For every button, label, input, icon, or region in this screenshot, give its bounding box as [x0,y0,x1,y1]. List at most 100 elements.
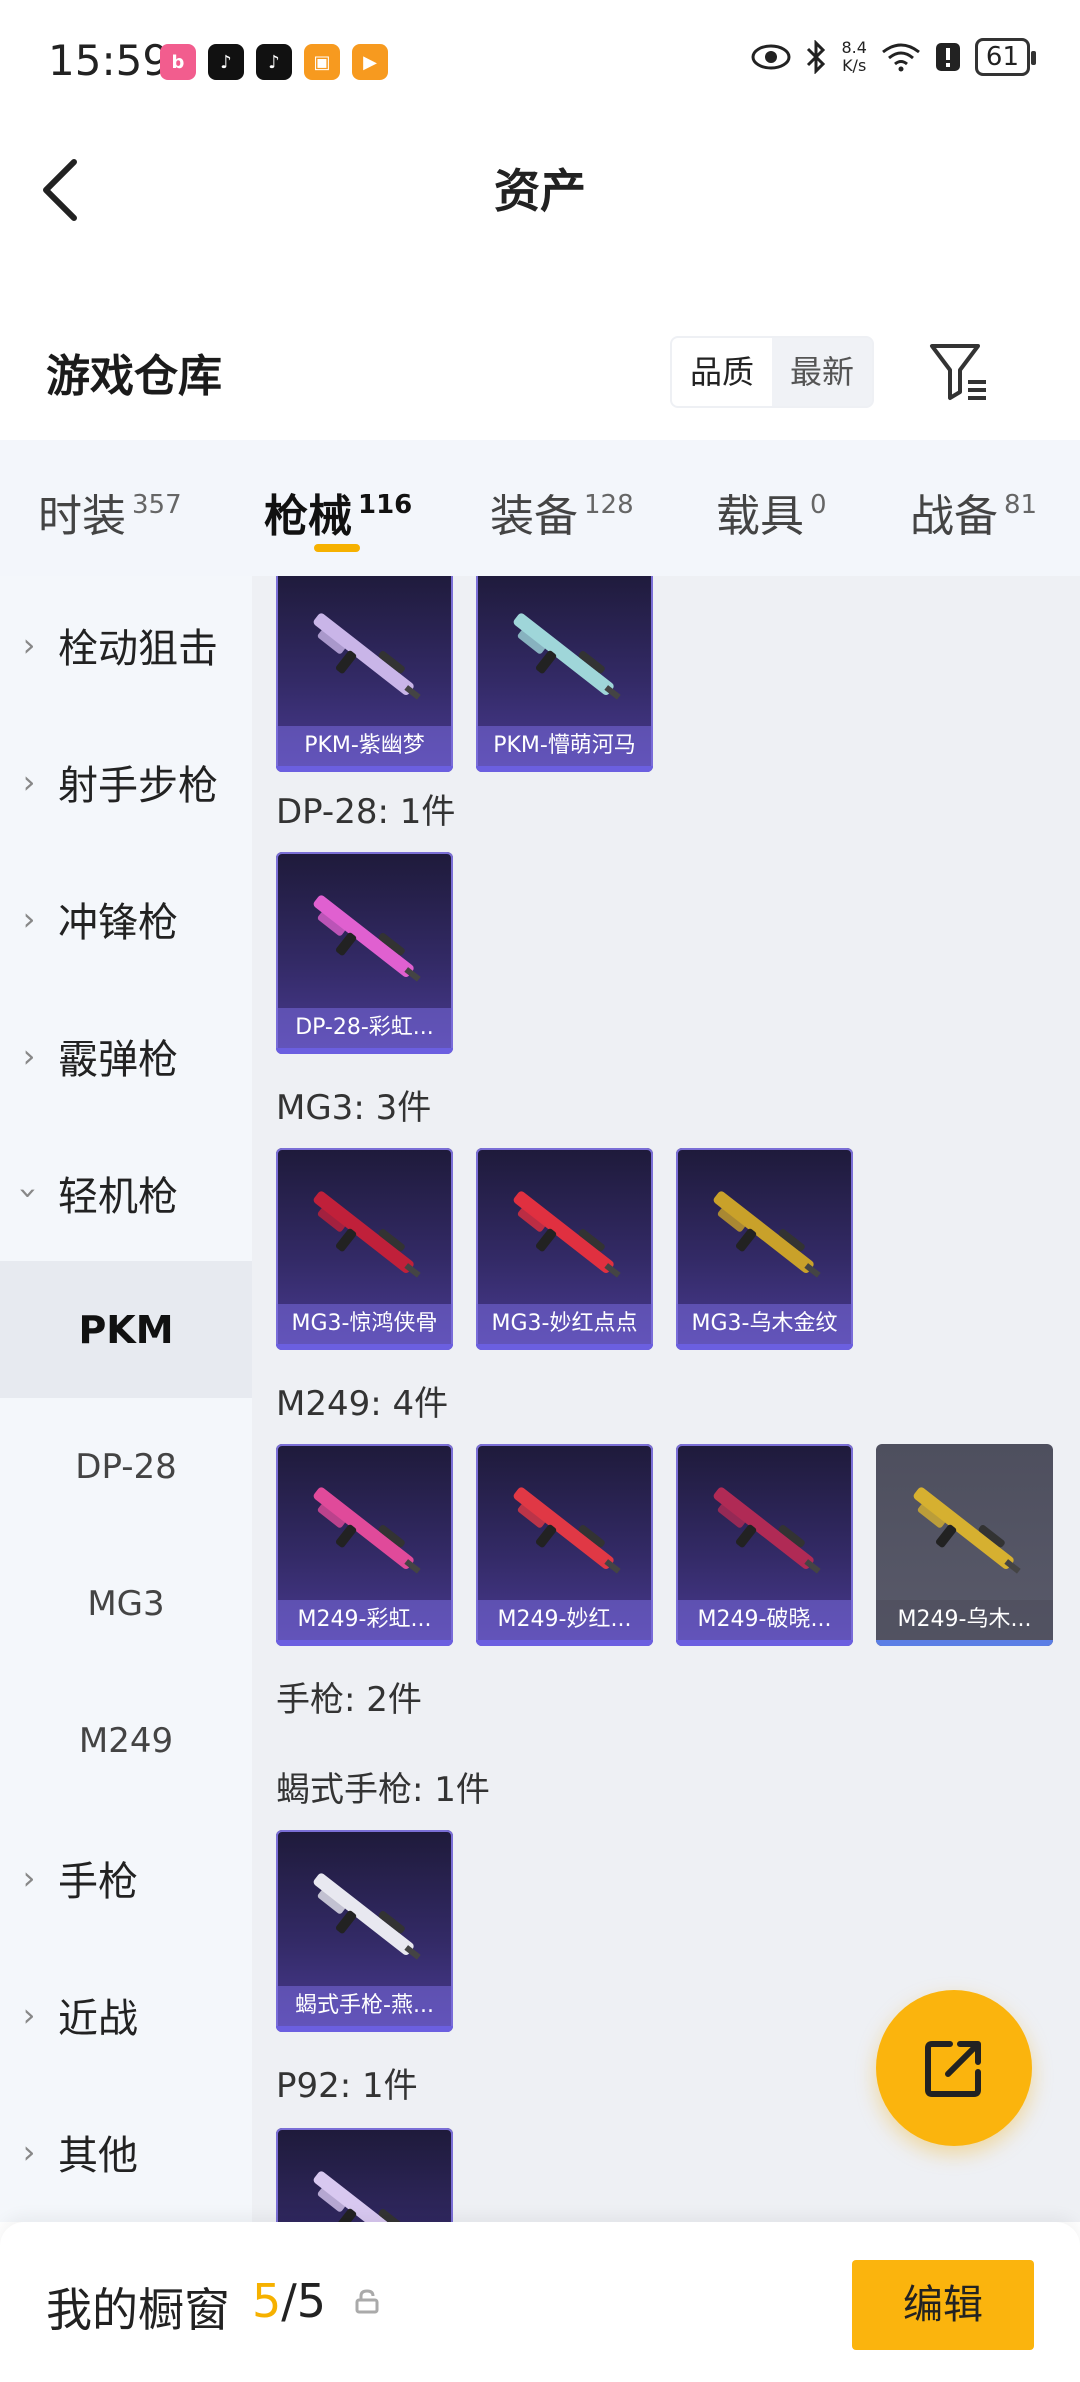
sidebar-subitem-pkm[interactable]: PKM [0,1261,252,1398]
tab-label: 时装 [38,491,126,542]
weapon-sidebar: › 栓动狙击 › 射手步枪 › 冲锋枪 › 霰弹枪 › 轻机枪 PKM DP-28 MG3… [0,576,252,2222]
tab-label: 载具 [716,491,804,542]
weapon-icon [913,1487,1021,1574]
sidebar-item-shotgun[interactable]: › 霰弹枪 [0,987,252,1124]
sidebar-item-other[interactable]: › 其他 [0,2083,252,2220]
sidebar-item-label: 手枪 [58,1858,138,1905]
sidebar-subitem-m249[interactable]: M249 [0,1672,252,1809]
item-name: MG3-惊鸿侠骨 [276,1304,453,1350]
item-name: M249-破晓... [676,1600,853,1646]
chevron-right-icon: › [22,625,36,664]
weapon-icon [513,1487,621,1574]
chevron-right-icon: › [22,1858,36,1897]
item-card[interactable]: DP-28-彩虹... [276,852,453,1054]
play-icon: ▶ [352,44,388,80]
weapon-icon [313,895,421,982]
sidebar-item-melee[interactable]: › 近战 [0,1946,252,2083]
item-card[interactable]: M249-破晓... [676,1444,853,1646]
showcase-bar: 我的橱窗 5/5 编辑 [0,2222,1080,2382]
tab-vehicles[interactable]: 载具 0 [716,480,827,544]
sidebar-item-label: 栓动狙击 [58,625,218,672]
showcase-count-total: 5 [296,2274,327,2328]
bilibili-icon: b [160,44,196,80]
sort-toggle: 品质 最新 [670,336,875,408]
group-label-dp28: DP-28: 1件 [276,792,456,832]
showcase-count: 5/5 [252,2274,326,2328]
chevron-right-icon: › [22,2132,36,2171]
net-speed-unit: K/s [842,56,867,75]
wifi-icon [881,43,920,72]
weapon-icon [313,613,421,700]
external-link-icon [925,2041,981,2097]
weapon-icon [713,1191,821,1278]
sidebar-item-smg[interactable]: › 冲锋枪 [0,850,252,987]
tab-equipment[interactable]: 装备 128 [490,480,634,544]
tab-label: 战备 [910,491,998,542]
weapon-icon [313,1487,421,1574]
showcase-count-current: 5 [252,2274,282,2328]
page-title: 资产 [494,164,586,218]
group-label-pistol: 手枪: 2件 [276,1680,422,1720]
status-bar: 15:59 b ♪ ♪ ▣ ▶ 8.4 K/s 61 [0,0,1080,120]
chevron-right-icon: › [22,1036,36,1075]
sidebar-subitem-mg3[interactable]: MG3 [0,1535,252,1672]
item-card[interactable]: MG3-惊鸿侠骨 [276,1148,453,1350]
status-time: 15:59 [48,36,170,85]
tab-count: 357 [132,490,182,520]
edit-button[interactable]: 编辑 [852,2260,1034,2350]
item-name: M249-彩虹... [276,1600,453,1646]
active-tab-indicator [314,544,360,552]
group-label-scorpion: 蝎式手枪: 1件 [276,1770,490,1810]
item-card[interactable]: 蝎式手枪-燕... [276,1830,453,2032]
tab-label: 装备 [490,491,578,542]
item-card[interactable]: M249-乌木... [876,1444,1053,1646]
net-speed-value: 8.4 [841,38,867,57]
lock-icon [355,2289,379,2314]
tab-count: 0 [810,490,827,520]
weapon-icon [513,1191,621,1278]
sidebar-item-marksman-rifle[interactable]: › 射手步枪 [0,713,252,850]
item-card[interactable]: PKM-紫幽梦 [276,576,453,772]
weapon-icon [313,2171,414,2222]
warehouse-title: 游戏仓库 [46,351,222,402]
tab-supplies[interactable]: 战备 81 [910,480,1037,544]
item-name: PKM-紫幽梦 [276,726,453,772]
showcase-label: 我的橱窗 [46,2283,230,2337]
weapon-icon [513,613,621,700]
chevron-right-icon: › [22,899,36,938]
bluetooth-icon [807,40,826,74]
sidebar-item-label: 霰弹枪 [58,1036,178,1083]
filter-icon[interactable] [928,340,990,402]
item-card[interactable]: MG3-乌木金纹 [676,1148,853,1350]
sort-quality-button[interactable]: 品质 [672,338,773,406]
item-name: MG3-妙红点点 [476,1304,653,1350]
alert-icon [935,43,960,71]
tab-count: 81 [1004,490,1038,520]
item-name: M249-乌木... [876,1600,1053,1646]
weapon-icon [313,1191,421,1278]
item-card[interactable]: M249-妙红... [476,1444,653,1646]
item-grid: DP-28: 1件 MG3: 3件 M249: 4件 手枪: 2件 蝎式手枪: … [252,576,1080,2222]
sidebar-item-lmg[interactable]: › 轻机枪 [0,1124,252,1261]
item-name: M249-妙红... [476,1600,653,1646]
sort-newest-button[interactable]: 最新 [772,338,872,406]
group-label-m249: M249: 4件 [276,1384,449,1424]
item-card[interactable]: M249-彩虹... [276,1444,453,1646]
system-icons: 8.4 K/s 61 [751,38,1037,76]
sidebar-item-pistol[interactable]: › 手枪 [0,1809,252,1946]
item-card[interactable]: PKM-懵萌河马 [476,576,653,772]
eye-icon [751,44,791,70]
sidebar-item-bolt-sniper[interactable]: › 栓动狙击 [0,576,252,713]
share-button[interactable] [876,1990,1032,2146]
tab-firearms[interactable]: 枪械 116 [264,480,412,544]
net-speed: 8.4 K/s [841,39,866,75]
item-card[interactable]: MG3-妙红点点 [476,1148,653,1350]
group-label-p92: P92: 1件 [276,2066,418,2106]
chevron-right-icon: › [22,762,36,801]
tab-fashion[interactable]: 时装 357 [38,480,182,544]
item-card[interactable] [276,2128,453,2222]
weapon-icon [313,1873,421,1960]
sidebar-subitem-dp28[interactable]: DP-28 [0,1398,252,1535]
item-name: DP-28-彩虹... [276,1008,453,1054]
tab-count: 128 [584,490,634,520]
